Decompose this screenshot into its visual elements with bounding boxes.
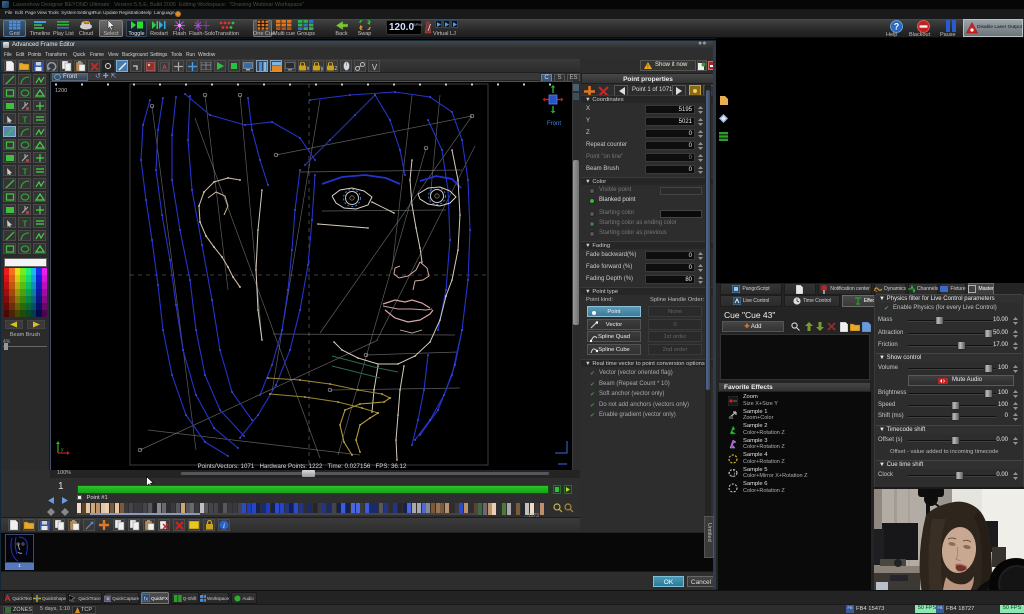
- svg-text:i: i: [223, 522, 225, 530]
- svg-text:Points/Vectors: 1071 Hardwar: Points/Vectors: 1071 Hardware Points: 12…: [198, 463, 407, 470]
- svg-text:V: V: [371, 63, 377, 71]
- svg-text:T: T: [22, 219, 27, 228]
- svg-text:x: x: [307, 66, 310, 71]
- svg-text:z: z: [335, 66, 338, 71]
- svg-text:A: A: [161, 64, 166, 71]
- svg-text:?: ?: [894, 22, 900, 32]
- svg-text:fx: fx: [144, 597, 149, 603]
- svg-text:1200: 1200: [55, 88, 67, 94]
- svg-text:T: T: [22, 115, 27, 124]
- svg-text:y: y: [61, 447, 64, 453]
- svg-text:!: !: [647, 65, 648, 70]
- svg-text:beta: beta: [84, 21, 90, 25]
- svg-text:Front: Front: [547, 121, 561, 127]
- svg-text:y: y: [321, 66, 324, 71]
- svg-text:T: T: [22, 167, 27, 176]
